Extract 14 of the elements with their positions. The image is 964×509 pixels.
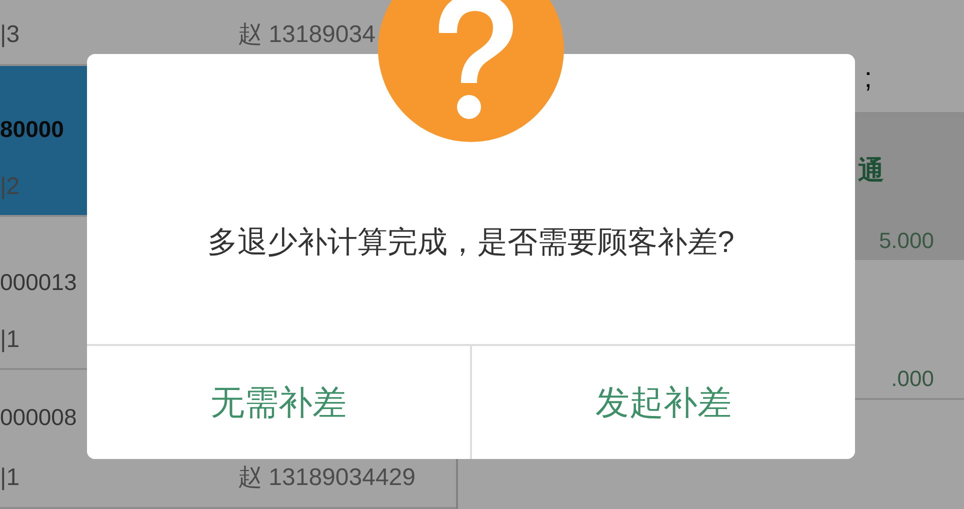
dialog-message: 多退少补计算完成，是否需要顾客补差? (208, 225, 734, 261)
item-count: |3 (0, 21, 21, 49)
order-number: 000013 (0, 269, 78, 296)
order-number: 000008 (0, 404, 78, 431)
panel-heading: ; (864, 62, 872, 94)
item-count: |1 (0, 326, 21, 354)
product-name: 通 (858, 154, 884, 187)
customer-contact: 赵 13189034 (238, 20, 376, 50)
customer-contact: 赵 13189034429 (238, 463, 416, 493)
amount: .000 (891, 366, 934, 392)
amount: 5.000 (878, 228, 934, 254)
item-count: |2 (0, 173, 21, 201)
order-number: 80000 (0, 116, 65, 143)
item-count: |1 (0, 464, 21, 492)
